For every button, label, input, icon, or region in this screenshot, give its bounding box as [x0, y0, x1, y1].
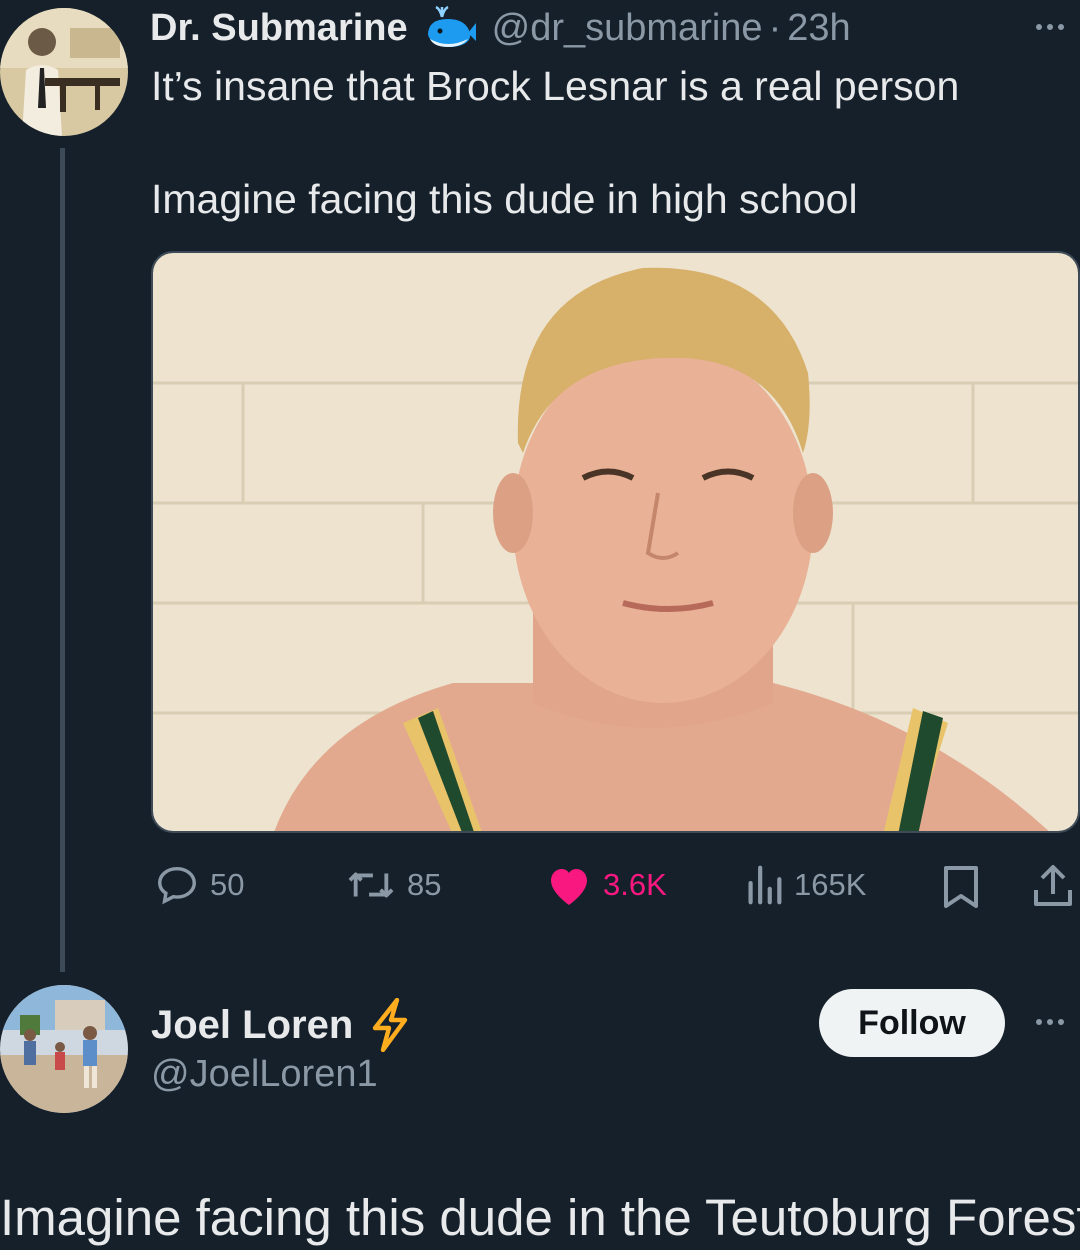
share-icon[interactable]: [1032, 864, 1074, 913]
separator-dot: ·: [768, 6, 782, 49]
views-icon: [744, 862, 784, 908]
tweet-time[interactable]: 23h: [787, 7, 850, 50]
like-action[interactable]: 3.6K: [545, 862, 667, 908]
views-count: 165K: [794, 867, 867, 902]
more-icon[interactable]: [1036, 24, 1064, 30]
reply-count: 50: [210, 867, 245, 902]
views-action[interactable]: 165K: [744, 862, 866, 908]
caption-text: Imagine facing this dude in the Teutobur…: [0, 1189, 1080, 1246]
author-avatar[interactable]: [0, 8, 128, 136]
tweet-text-line2: Imagine facing this dude in high school: [151, 176, 858, 222]
like-heart-icon: [545, 862, 593, 908]
bookmark-icon[interactable]: [942, 864, 980, 915]
retweet-count: 85: [407, 867, 442, 902]
retweet-icon: [345, 862, 397, 908]
tweet-photo[interactable]: [151, 251, 1080, 833]
reply-user-handle[interactable]: @JoelLoren1: [151, 1053, 378, 1096]
reply-user-avatar[interactable]: [0, 985, 128, 1113]
author-name[interactable]: Dr. Submarine: [150, 7, 408, 50]
reply-user-name-row: Joel Loren: [151, 998, 409, 1052]
reply-action[interactable]: 50: [154, 862, 244, 908]
more-icon[interactable]: [1036, 1019, 1064, 1025]
tweet-text-line1: It’s insane that Brock Lesnar is a real …: [151, 63, 960, 109]
reply-user-name[interactable]: Joel Loren: [151, 1003, 353, 1048]
tweet-header: Dr. Submarine @dr_submarine · 23h: [150, 4, 851, 52]
retweet-action[interactable]: 85: [345, 862, 441, 908]
author-handle[interactable]: @dr_submarine: [492, 7, 763, 50]
reply-icon: [154, 862, 200, 908]
thread-line: [60, 148, 65, 972]
follow-button[interactable]: Follow: [819, 989, 1005, 1057]
whale-emoji-icon: [422, 5, 478, 51]
like-count: 3.6K: [603, 867, 667, 902]
lightning-bolt-icon: [371, 998, 409, 1052]
